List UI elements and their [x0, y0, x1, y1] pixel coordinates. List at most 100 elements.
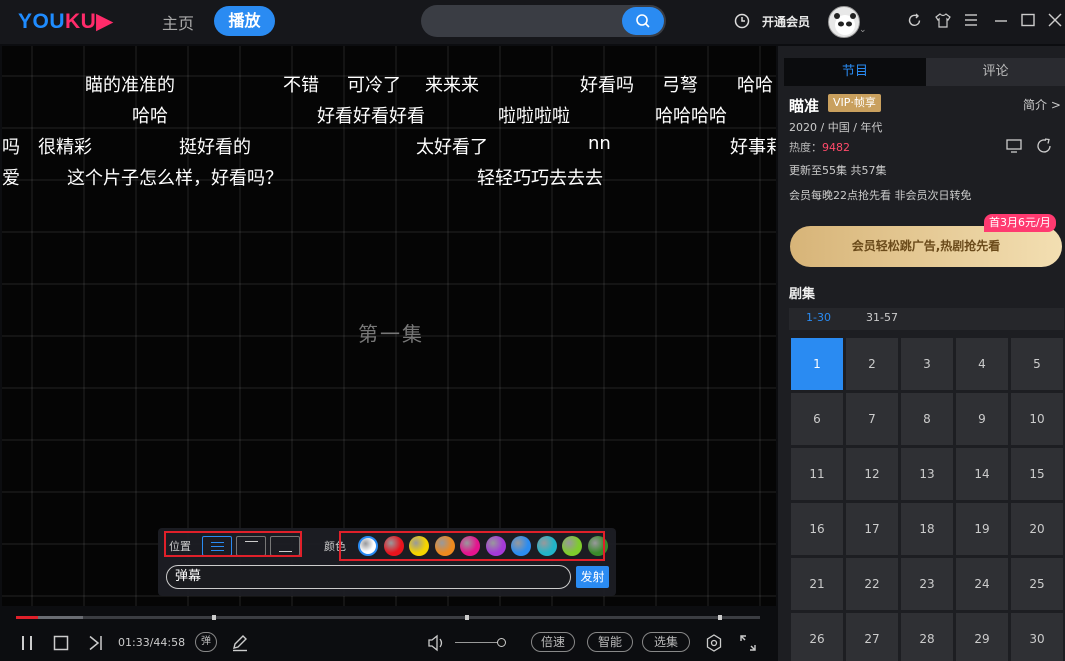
danmaku-comment: 哈哈 — [737, 75, 773, 96]
episode-cell[interactable]: 7 — [846, 393, 898, 445]
episode-cell[interactable]: 2 — [846, 338, 898, 390]
danmaku-input[interactable]: 弹幕 — [166, 565, 571, 589]
fullscreen-icon[interactable] — [740, 635, 756, 651]
member-note: 会员每晚22点抢先看 非会员次日转免 — [789, 189, 972, 202]
episode-cell[interactable]: 4 — [956, 338, 1008, 390]
danmaku-comment: 哈哈 — [132, 106, 168, 127]
show-title: 瞄准 — [789, 97, 820, 115]
next-icon[interactable] — [88, 635, 104, 651]
nav-play[interactable]: 播放 — [214, 6, 275, 36]
danmaku-comment: 弓弩 — [662, 75, 698, 96]
volume-slider-knob[interactable] — [497, 638, 506, 647]
user-avatar[interactable] — [828, 6, 860, 38]
close-icon[interactable] — [1048, 13, 1062, 27]
episode-cell[interactable]: 9 — [956, 393, 1008, 445]
search-button[interactable] — [622, 7, 664, 35]
danmaku-comment: 哈哈哈哈 — [655, 106, 727, 127]
episode-cell[interactable]: 21 — [791, 558, 843, 610]
episode-cell[interactable]: 28 — [901, 613, 953, 661]
episode-cell[interactable]: 19 — [956, 503, 1008, 555]
tab-comments[interactable]: 评论 — [926, 58, 1065, 86]
danmaku-toggle-button[interactable]: 弹 — [195, 632, 217, 652]
color-highlight-box — [339, 531, 605, 561]
danmaku-comment: 可冷了 — [347, 75, 401, 96]
episode-cell[interactable]: 13 — [901, 448, 953, 500]
progress-marker — [212, 615, 216, 620]
episode-cell[interactable]: 17 — [846, 503, 898, 555]
send-danmaku-button[interactable]: 发射 — [576, 566, 609, 588]
tv-cast-icon[interactable] — [1006, 139, 1022, 153]
danmaku-comment: 来来来 — [425, 75, 479, 96]
episode-range-tabs: 1-30 31-57 — [789, 308, 1064, 330]
episode-cell[interactable]: 29 — [956, 613, 1008, 661]
youku-logo[interactable]: YOUKU▶ — [18, 9, 113, 34]
intro-link[interactable]: 简介 > — [1023, 96, 1061, 113]
episode-cell[interactable]: 3 — [901, 338, 953, 390]
vip-badge: VIP·帧享 — [828, 94, 881, 112]
episode-cell[interactable]: 6 — [791, 393, 843, 445]
range-tab-31-57[interactable]: 31-57 — [866, 311, 898, 324]
episode-cell[interactable]: 15 — [1011, 448, 1063, 500]
progress-marker — [718, 615, 722, 620]
episode-cell[interactable]: 18 — [901, 503, 953, 555]
volume-icon[interactable] — [427, 634, 445, 652]
danmaku-comment: 太好看了 — [416, 137, 488, 158]
vip-promo-button[interactable]: 会员轻松跳广告,热剧抢先看 — [790, 226, 1062, 267]
danmaku-comment: 吗 — [2, 137, 20, 158]
volume-slider[interactable] — [455, 642, 503, 643]
episode-cell[interactable]: 30 — [1011, 613, 1063, 661]
video-player[interactable]: 瞄的准准的 不错 可冷了 来来来 好看吗 弓弩 哈哈 哈哈 好看好看好看 啦啦啦… — [2, 46, 776, 606]
episode-cell[interactable]: 5 — [1011, 338, 1063, 390]
history-clock-icon[interactable] — [734, 13, 750, 29]
maximize-icon[interactable] — [1021, 13, 1035, 27]
search-icon — [636, 14, 650, 28]
minimize-icon[interactable] — [994, 13, 1008, 27]
episode-cell[interactable]: 23 — [901, 558, 953, 610]
episode-cell[interactable]: 27 — [846, 613, 898, 661]
heat-value: 9482 — [822, 141, 850, 154]
speed-button[interactable]: 倍速 — [531, 632, 575, 652]
panda-avatar-icon — [834, 13, 856, 35]
progress-bar[interactable] — [16, 615, 760, 620]
range-tab-1-30[interactable]: 1-30 — [806, 311, 831, 324]
progress-marker — [465, 615, 469, 620]
danmaku-comment: 很精彩 — [38, 137, 92, 158]
position-highlight-box — [164, 531, 302, 557]
settings-gear-icon[interactable] — [705, 634, 723, 652]
pause-icon[interactable] — [20, 635, 34, 651]
vip-subscribe-link[interactable]: 开通会员 — [762, 13, 810, 30]
episode-sidebar: 节目 评论 瞄准 VIP·帧享 简介 > 2020 / 中国 / 年代 热度：9… — [778, 46, 1065, 661]
danmaku-comment: 好看吗 — [580, 75, 634, 96]
menu-icon[interactable] — [964, 13, 978, 27]
episode-cell[interactable]: 20 — [1011, 503, 1063, 555]
share-icon[interactable] — [1036, 138, 1052, 154]
danmaku-comment: 爱 — [2, 168, 20, 189]
avatar-dropdown-icon[interactable]: ⌄ — [859, 25, 867, 35]
episode-cell[interactable]: 10 — [1011, 393, 1063, 445]
skin-shirt-icon[interactable] — [935, 13, 951, 28]
episode-cell[interactable]: 26 — [791, 613, 843, 661]
danmaku-comment: nn — [588, 133, 611, 154]
playback-time: 01:33/44:58 — [118, 636, 186, 649]
episode-cell[interactable]: 8 — [901, 393, 953, 445]
tab-program[interactable]: 节目 — [784, 58, 926, 86]
stop-icon[interactable] — [53, 635, 69, 651]
episodes-button[interactable]: 选集 — [642, 632, 690, 652]
heat-label: 热度： — [789, 141, 822, 154]
nav-home[interactable]: 主页 — [162, 10, 194, 34]
edit-danmaku-icon[interactable] — [231, 634, 249, 652]
episode-cell[interactable]: 22 — [846, 558, 898, 610]
sidebar-tabs: 节目 评论 — [784, 58, 1065, 86]
episode-cell[interactable]: 12 — [846, 448, 898, 500]
episode-cell[interactable]: 14 — [956, 448, 1008, 500]
refresh-icon[interactable] — [907, 13, 922, 28]
danmaku-settings-panel: 位置 颜色 弹幕 发射 — [158, 528, 616, 596]
episode-cell[interactable]: 25 — [1011, 558, 1063, 610]
smart-quality-button[interactable]: 智能 — [587, 632, 633, 652]
search-input[interactable] — [421, 5, 666, 37]
episode-cell[interactable]: 24 — [956, 558, 1008, 610]
episode-cell[interactable]: 11 — [791, 448, 843, 500]
episode-cell[interactable]: 16 — [791, 503, 843, 555]
danmaku-comment: 不错 — [283, 75, 319, 96]
episode-cell[interactable]: 1 — [791, 338, 843, 390]
